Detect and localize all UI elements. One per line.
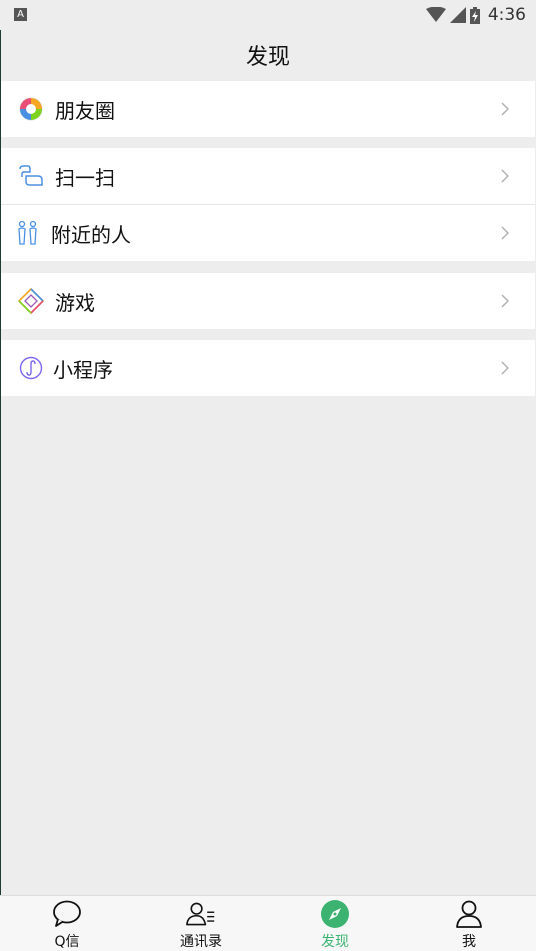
menu-item-moments[interactable]: 朋友圈 — [1, 81, 535, 137]
chevron-right-icon — [501, 102, 510, 116]
menu-item-game[interactable]: 游戏 — [1, 273, 535, 329]
menu-item-nearby-people[interactable]: 附近的人 — [1, 205, 535, 261]
chevron-right-icon — [501, 226, 510, 240]
tab-label: 通讯录 — [180, 934, 222, 950]
group-scan-nearby: 扫一扫 附近的人 — [1, 148, 535, 261]
nearby-people-icon — [15, 220, 41, 246]
menu-item-mini-program[interactable]: 小程序 — [1, 340, 535, 396]
tab-label: 我 — [462, 934, 476, 950]
group-moments: 朋友圈 — [1, 81, 535, 137]
tab-discover[interactable]: 发现 — [268, 896, 402, 951]
chevron-right-icon — [501, 294, 510, 308]
clock: 4:36 — [487, 5, 526, 25]
tab-me[interactable]: 我 — [402, 896, 536, 951]
menu-item-label: 附近的人 — [51, 222, 131, 247]
tab-contacts[interactable]: 通讯录 — [134, 896, 268, 951]
window-edge — [0, 0, 1, 950]
contacts-icon — [186, 899, 216, 929]
menu-item-label: 朋友圈 — [55, 98, 115, 123]
mini-program-icon — [18, 355, 44, 381]
wifi-icon — [425, 7, 446, 22]
tab-label: 发现 — [321, 934, 349, 950]
notification-indicator: A — [14, 8, 27, 21]
menu-item-label: 小程序 — [53, 357, 113, 382]
chat-bubble-icon — [52, 899, 82, 929]
battery-icon — [469, 6, 480, 24]
tab-label: Q信 — [54, 934, 80, 950]
tab-chats[interactable]: Q信 — [0, 896, 134, 951]
compass-icon — [320, 899, 350, 929]
page-title: 发现 — [245, 45, 290, 70]
group-mini-program: 小程序 — [1, 340, 535, 396]
scan-icon — [18, 163, 44, 189]
menu-item-label: 扫一扫 — [55, 165, 115, 190]
menu-item-scan[interactable]: 扫一扫 — [1, 148, 535, 204]
bottom-tab-bar: Q信 通讯录 发现 我 — [0, 895, 536, 951]
chevron-right-icon — [501, 361, 510, 375]
moments-icon — [18, 96, 44, 122]
person-icon — [454, 899, 484, 929]
menu-item-label: 游戏 — [55, 290, 95, 315]
group-game: 游戏 — [1, 273, 535, 329]
signal-icon — [449, 7, 466, 23]
game-icon — [18, 288, 44, 314]
page-header: 发现 — [0, 30, 536, 80]
status-bar: A 4:36 — [0, 0, 536, 30]
status-icons: 4:36 — [425, 5, 526, 25]
chevron-right-icon — [501, 169, 510, 183]
